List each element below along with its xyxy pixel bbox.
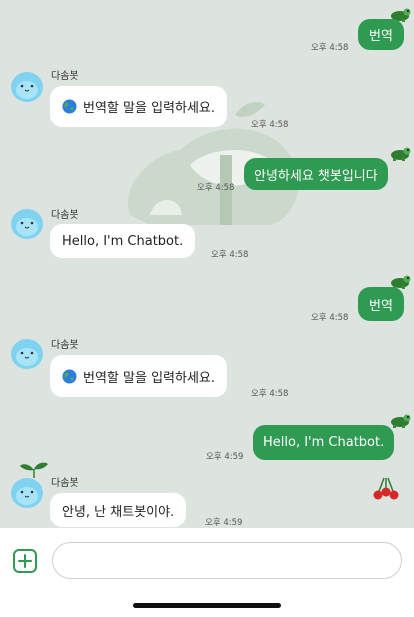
globe-icon — [62, 368, 77, 384]
message-time: 오후 4:58 — [311, 313, 349, 323]
globe-icon — [62, 99, 77, 114]
turtle-icon — [391, 147, 411, 161]
message-text: 안녕, 난 채트봇이야. — [62, 504, 175, 520]
message-time: 오후 4:58 — [211, 250, 249, 260]
message-time: 오후 4:58 — [251, 389, 289, 399]
sender-name: 다솜봇 — [51, 71, 79, 82]
message-text: 번역할 말을 입력하세요. — [83, 370, 215, 386]
sender-name: 다솜봇 — [51, 210, 79, 221]
message-time: 오후 4:58 — [311, 43, 349, 53]
message-text: 번역 — [369, 298, 393, 314]
bot-message-bubble: 번역할 말을 입력하세요. — [50, 86, 227, 127]
user-message-bubble: 번역 — [358, 287, 404, 321]
sender-name: 다솜봇 — [51, 340, 79, 351]
user-message-bubble: 번역 — [358, 19, 404, 50]
bot-avatar[interactable] — [9, 205, 45, 241]
sender-name: 다솜봇 — [51, 478, 79, 489]
bot-message-bubble: 번역할 말을 입력하세요. — [50, 355, 227, 397]
bot-avatar[interactable] — [9, 474, 45, 510]
message-time: 오후 4:59 — [206, 452, 244, 462]
message-text: 번역할 말을 입력하세요. — [83, 101, 215, 116]
message-input[interactable] — [52, 542, 402, 579]
message-time: 오후 4:58 — [197, 183, 235, 193]
bot-message-bubble: 안녕, 난 채트봇이야. — [50, 493, 187, 527]
message-text: 안녕하세요 챗봇입니다 — [254, 168, 378, 184]
bot-avatar[interactable] — [9, 68, 45, 104]
message-time: 오후 4:59 — [205, 518, 243, 528]
message-text: Hello, I'm Chatbot. — [62, 233, 184, 249]
chat-area[interactable]: 번역 오후 4:58 다솜봇 번역할 말을 입력하세요. 오후 4:58 안녕하… — [0, 0, 414, 528]
turtle-icon — [391, 414, 411, 428]
user-message-bubble: Hello, I'm Chatbot. — [253, 425, 395, 460]
add-button[interactable] — [13, 549, 37, 573]
bot-avatar[interactable] — [9, 335, 45, 371]
message-text: Hello, I'm Chatbot. — [263, 435, 385, 450]
user-message-bubble: 안녕하세요 챗봇입니다 — [244, 158, 388, 190]
message-time: 오후 4:58 — [251, 120, 289, 130]
plus-icon — [18, 554, 32, 568]
message-text: 번역 — [369, 29, 393, 44]
cherry-icon — [373, 477, 399, 500]
home-indicator[interactable] — [133, 603, 281, 608]
bot-message-bubble: Hello, I'm Chatbot. — [50, 224, 196, 258]
